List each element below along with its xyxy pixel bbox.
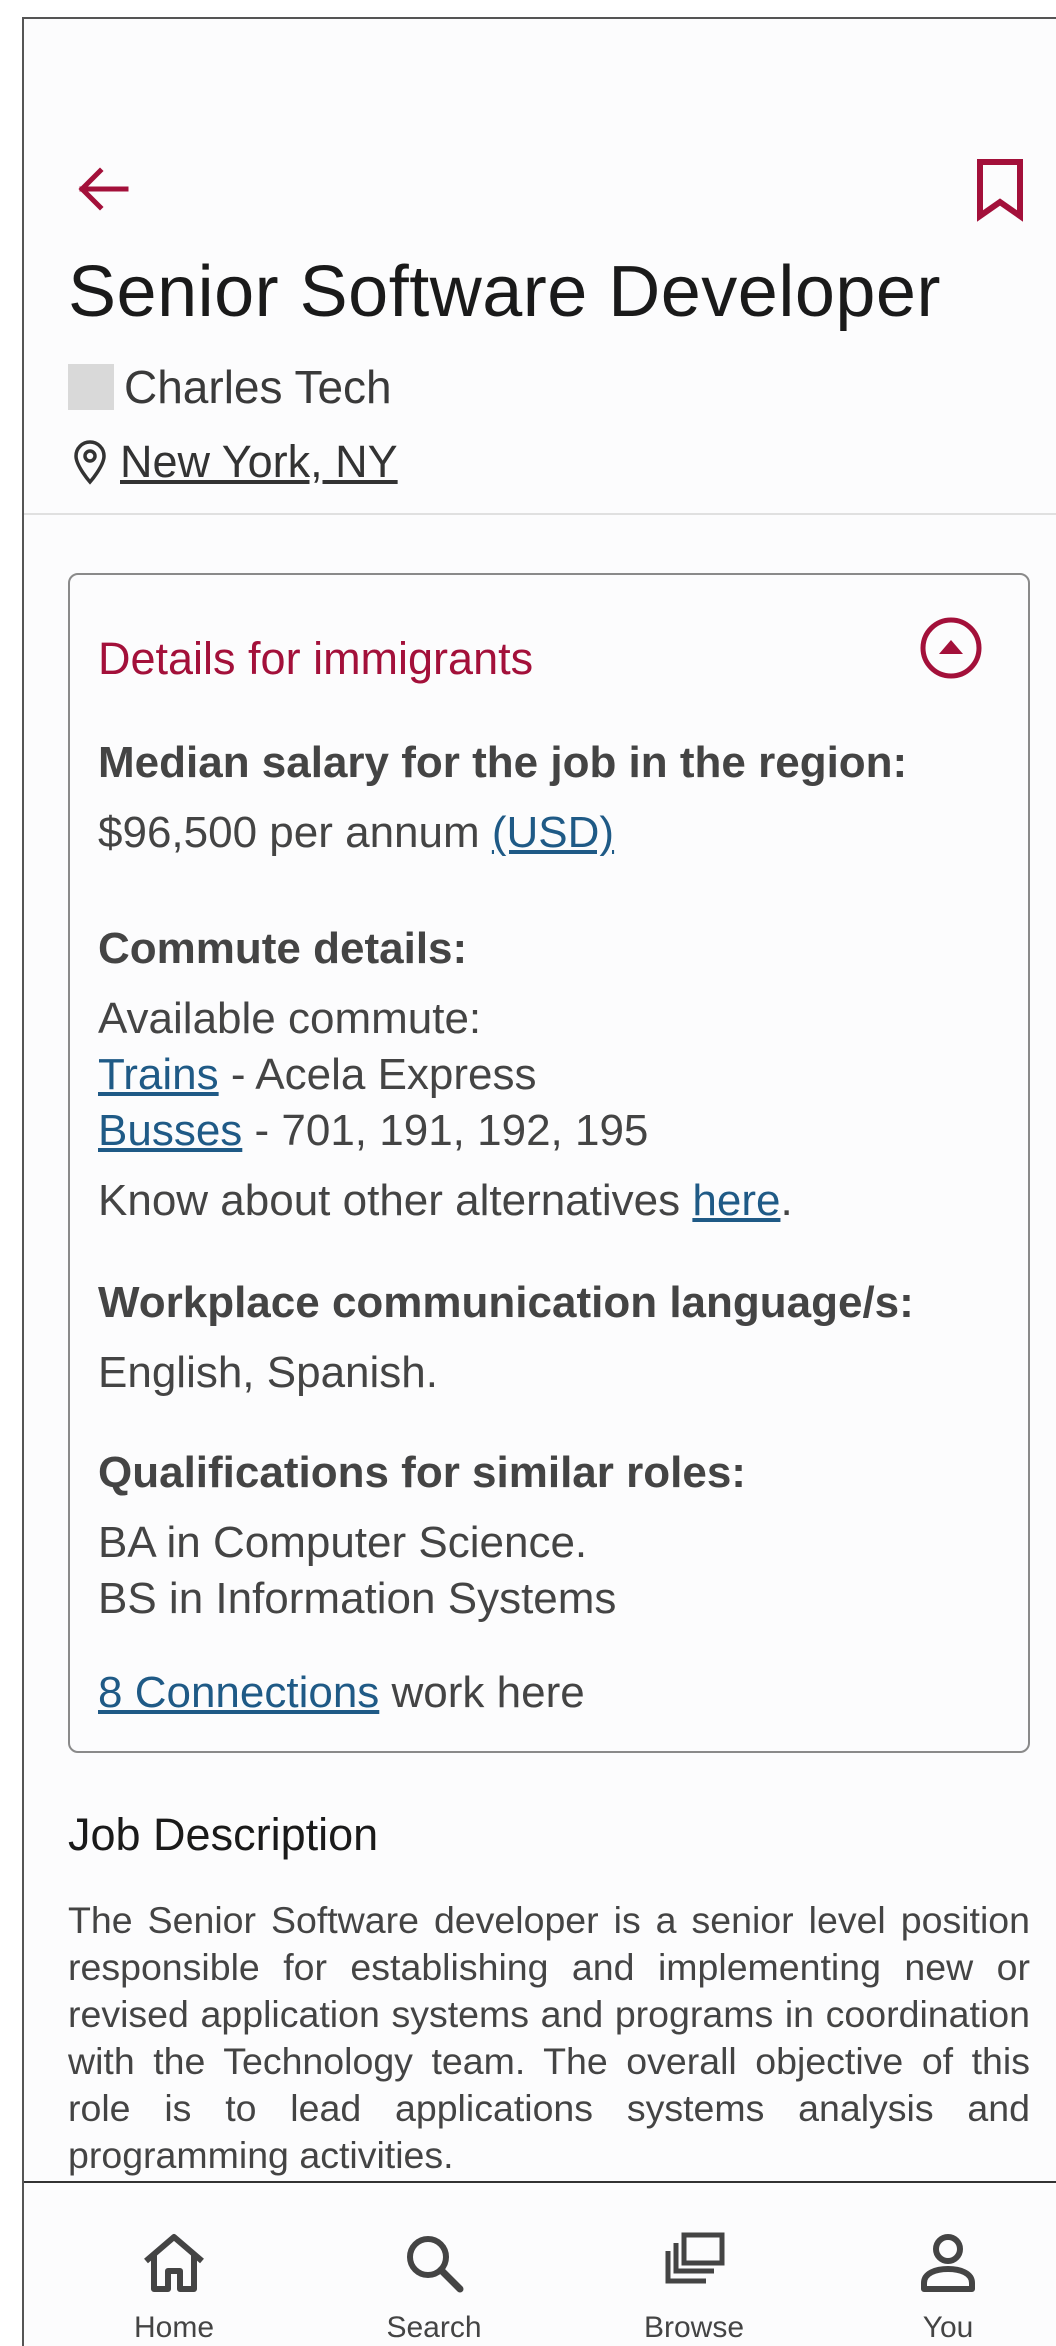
qualifications-section: Qualifications for similar roles: BA in … bbox=[98, 1445, 998, 1627]
salary-section: Median salary for the job in the region:… bbox=[98, 735, 998, 861]
search-icon bbox=[407, 2236, 464, 2293]
nav-home[interactable]: Home bbox=[74, 2183, 274, 2346]
busses-value: - 701, 191, 192, 195 bbox=[242, 1106, 649, 1155]
commute-section: Commute details: Available commute: Trai… bbox=[98, 921, 998, 1229]
salary-value: $96,500 per annum bbox=[98, 808, 480, 857]
salary-line: $96,500 per annum (USD) bbox=[98, 805, 998, 861]
trains-line: Trains - Acela Express bbox=[98, 1047, 998, 1103]
language-heading: Workplace communication language/s: bbox=[98, 1278, 914, 1327]
salary-heading: Median salary for the job in the region: bbox=[98, 738, 908, 787]
location-pin-icon bbox=[74, 440, 106, 485]
back-button[interactable] bbox=[72, 159, 132, 219]
alternatives-text: Know about other alternatives bbox=[98, 1176, 693, 1225]
card-title: Details for immigrants bbox=[98, 633, 534, 684]
commute-heading: Commute details: bbox=[98, 924, 468, 973]
chevron-up-circle-icon bbox=[920, 617, 982, 679]
company-name: Charles Tech bbox=[124, 361, 392, 413]
bookmark-icon bbox=[977, 159, 1023, 222]
nav-label: Home bbox=[133, 2311, 215, 2344]
busses-link[interactable]: Busses bbox=[98, 1106, 242, 1155]
company-row: Charles Tech bbox=[68, 361, 392, 413]
home-icon bbox=[144, 2234, 204, 2292]
connections-text: work here bbox=[379, 1668, 585, 1717]
divider bbox=[24, 513, 1056, 515]
busses-line: Busses - 701, 191, 192, 195 bbox=[98, 1103, 998, 1159]
language-section: Workplace communication language/s: Engl… bbox=[98, 1275, 998, 1401]
alternatives-suffix: . bbox=[780, 1176, 793, 1225]
browse-icon bbox=[665, 2232, 725, 2284]
immigrant-details-card: Details for immigrants Median salary for… bbox=[68, 573, 1030, 1753]
person-icon bbox=[921, 2234, 975, 2292]
job-description-title: Job Description bbox=[68, 1809, 379, 1860]
trains-link[interactable]: Trains bbox=[98, 1050, 219, 1099]
nav-label: Search bbox=[386, 2311, 482, 2344]
nav-you[interactable]: You bbox=[848, 2183, 1048, 2346]
job-description-text: The Senior Software developer is a senio… bbox=[68, 1899, 1030, 2176]
job-title: Senior Software Developer bbox=[68, 252, 941, 332]
bottom-navigation: Home Search Browse You bbox=[24, 2181, 1056, 2346]
nav-browse[interactable]: Browse bbox=[594, 2183, 794, 2346]
location-link[interactable]: New York, NY bbox=[120, 436, 398, 488]
nav-label: You bbox=[922, 2311, 974, 2344]
commute-available: Available commute: bbox=[98, 994, 482, 1043]
company-logo bbox=[68, 364, 114, 410]
qualification-item: BA in Computer Science. bbox=[98, 1518, 588, 1567]
trains-value: - Acela Express bbox=[218, 1050, 537, 1099]
collapse-button[interactable] bbox=[918, 615, 984, 681]
qualification-item: BS in Information Systems bbox=[98, 1574, 617, 1623]
top-bar bbox=[24, 139, 1056, 239]
connections-section: 8 Connections work here bbox=[98, 1665, 998, 1721]
location-row: New York, NY bbox=[72, 436, 398, 488]
currency-link[interactable]: (USD) bbox=[492, 808, 614, 857]
nav-search[interactable]: Search bbox=[334, 2183, 534, 2346]
bookmark-button[interactable] bbox=[970, 156, 1030, 222]
qualifications-heading: Qualifications for similar roles: bbox=[98, 1448, 746, 1497]
app-screen: Senior Software Developer Charles Tech N… bbox=[22, 17, 1056, 2346]
nav-label: Browse bbox=[643, 2311, 745, 2344]
connections-line: 8 Connections work here bbox=[98, 1665, 998, 1721]
language-value: English, Spanish. bbox=[98, 1348, 438, 1397]
connections-link[interactable]: 8 Connections bbox=[98, 1668, 379, 1717]
arrow-left-icon bbox=[78, 167, 129, 211]
alternatives-link[interactable]: here bbox=[692, 1176, 780, 1225]
alternatives-line: Know about other alternatives here. bbox=[98, 1173, 998, 1229]
